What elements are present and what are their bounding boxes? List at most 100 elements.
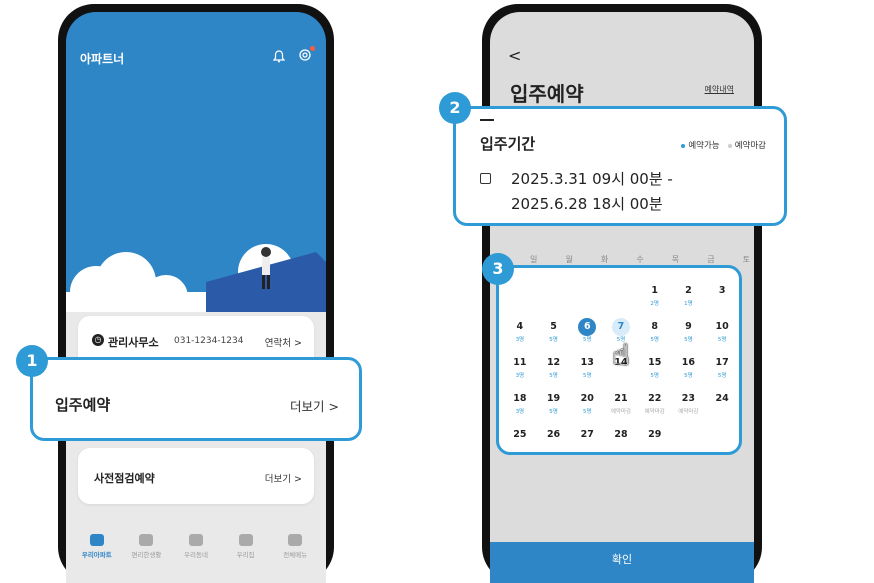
day-availability: 5명 [717, 337, 727, 343]
day-number: 2 [685, 285, 692, 296]
day-availability: 예약마감 [610, 409, 632, 415]
calendar-day[interactable]: 28 [604, 422, 638, 452]
period-callout: 입주기간 예약가능 예약마감 2025.3.31 09시 00분 - 2025.… [453, 106, 787, 226]
day-availability: 5명 [717, 373, 727, 379]
day-number: 24 [715, 393, 729, 404]
day-availability: 5명 [549, 409, 558, 415]
tab-apartment[interactable]: 우리아파트 [75, 534, 119, 583]
calendar-day[interactable]: 13 5명 [570, 350, 604, 380]
day-number: 10 [715, 321, 729, 332]
day-number: 22 [648, 393, 662, 404]
calendar-day[interactable]: 11 3명 [503, 350, 537, 380]
bell-icon[interactable] [272, 50, 286, 67]
day-availability: 5명 [583, 409, 592, 415]
weekday: 일 [530, 255, 538, 264]
tab-label: 우리동네 [184, 551, 208, 559]
tab-label: 우리집 [236, 551, 255, 559]
day-number: 1 [651, 285, 659, 296]
period-start: 2025.3.31 09시 00분 - [511, 170, 673, 188]
calendar-day[interactable]: 1 2명 [638, 278, 672, 308]
day-availability: 5명 [583, 373, 592, 379]
calendar-day[interactable]: 2 1명 [672, 278, 706, 308]
tab-neighborhood[interactable]: 우리동네 [174, 534, 218, 583]
day-number: 23 [681, 393, 696, 404]
tab-home[interactable]: 우리집 [224, 534, 268, 583]
calendar-day[interactable]: 3 [705, 278, 739, 308]
calendar-day[interactable]: 5 5명 [537, 314, 571, 344]
calendar-day[interactable]: 25 [503, 422, 537, 452]
calendar-day[interactable]: 18 3명 [503, 386, 537, 416]
divider [480, 119, 494, 121]
page-title: 입주예약 [510, 82, 584, 106]
day-number: 18 [513, 393, 527, 404]
confirm-button[interactable]: 확인 [490, 542, 754, 583]
day-availability: 5명 [549, 337, 558, 343]
tab-menu[interactable]: 전체메뉴 [273, 534, 317, 583]
phone-left: 아파트너 ◷ 관리사무소 031-1234-1234 연락처 > 사전점검예약 … [58, 4, 334, 583]
step-badge-1: 1 [16, 345, 48, 377]
step-badge-2: 2 [439, 92, 471, 124]
day-number: 5 [550, 321, 557, 332]
day-number: 6 [578, 318, 597, 336]
calendar-day[interactable]: 23 예약마감 [672, 386, 706, 416]
calendar-day[interactable]: 12 5명 [537, 350, 571, 380]
office-title: 관리사무소 [108, 336, 159, 349]
living-icon [139, 534, 154, 546]
day-availability: 5명 [583, 337, 592, 343]
calendar-day[interactable]: 29 [638, 422, 672, 452]
day-availability: 예약마감 [644, 409, 665, 415]
calendar-day[interactable]: 15 5명 [638, 350, 672, 380]
pre-inspection-more[interactable]: 더보기 > [265, 471, 302, 485]
move-in-callout[interactable]: 입주예약 더보기 > [30, 357, 362, 441]
calendar-day[interactable]: 22 예약마감 [638, 386, 672, 416]
history-link[interactable]: 예약내역 [705, 84, 734, 95]
day-availability: 5명 [650, 373, 659, 379]
weekday: 토 [742, 255, 750, 264]
tab-living[interactable]: 편리한생활 [124, 534, 168, 583]
gear-icon[interactable] [298, 48, 312, 66]
home-icon [238, 534, 253, 546]
calendar-day[interactable]: 21 예약마감 [604, 386, 638, 416]
contact-link[interactable]: 연락처 > [265, 335, 302, 349]
calendar-day[interactable]: 26 [537, 422, 571, 452]
day-number: 3 [718, 285, 726, 296]
day-number: 27 [580, 429, 594, 440]
day-number: 8 [651, 321, 659, 332]
clock-icon: ◷ [92, 334, 104, 346]
weekday: 화 [600, 255, 609, 264]
day-number: 25 [513, 429, 527, 440]
calendar-day[interactable]: 16 5명 [672, 350, 706, 380]
calendar-day[interactable]: 10 5명 [705, 314, 739, 344]
period-text: 2025.3.31 09시 00분 - 2025.6.28 18시 00분 [511, 167, 673, 217]
calendar-day[interactable]: 9 5명 [672, 314, 706, 344]
day-number: 13 [580, 357, 594, 368]
day-number [545, 278, 563, 296]
calendar-day[interactable]: 27 [570, 422, 604, 452]
period-title: 입주기간 [480, 135, 536, 153]
bottom-tab-bar: 우리아파트 편리한생활 우리동네 우리집 전체메뉴 [66, 524, 326, 583]
back-icon[interactable]: < [508, 46, 521, 65]
legend-available: 예약가능 [688, 141, 720, 151]
calendar-day[interactable]: 20 5명 [570, 386, 604, 416]
available-dot [681, 143, 686, 148]
pre-inspection-card[interactable]: 사전점검예약 더보기 > [78, 448, 314, 504]
move-in-more[interactable]: 더보기 > [290, 396, 339, 415]
step-badge-3: 3 [482, 253, 514, 285]
day-number: 26 [546, 429, 561, 440]
calendar-day[interactable]: 8 5명 [638, 314, 672, 344]
calendar-day[interactable]: 19 5명 [537, 386, 571, 416]
calendar-day[interactable]: 17 5명 [705, 350, 739, 380]
calendar-day[interactable]: 6 5명 [570, 314, 604, 344]
calendar-day[interactable]: 4 3명 [503, 314, 537, 344]
day-availability: 5명 [549, 373, 558, 379]
calendar-empty [604, 278, 638, 308]
calendar-day[interactable]: 24 [705, 386, 739, 416]
home-screen: 아파트너 ◷ 관리사무소 031-1234-1234 연락처 > 사전점검예약 … [66, 12, 326, 583]
day-number: 21 [614, 393, 628, 404]
app-title: 아파트너 [80, 52, 125, 66]
people-icon [188, 534, 203, 546]
weekday: 월 [565, 255, 573, 264]
pre-inspection-title: 사전점검예약 [94, 472, 155, 485]
weekday: 수 [636, 255, 644, 264]
day-number: 9 [685, 321, 692, 332]
